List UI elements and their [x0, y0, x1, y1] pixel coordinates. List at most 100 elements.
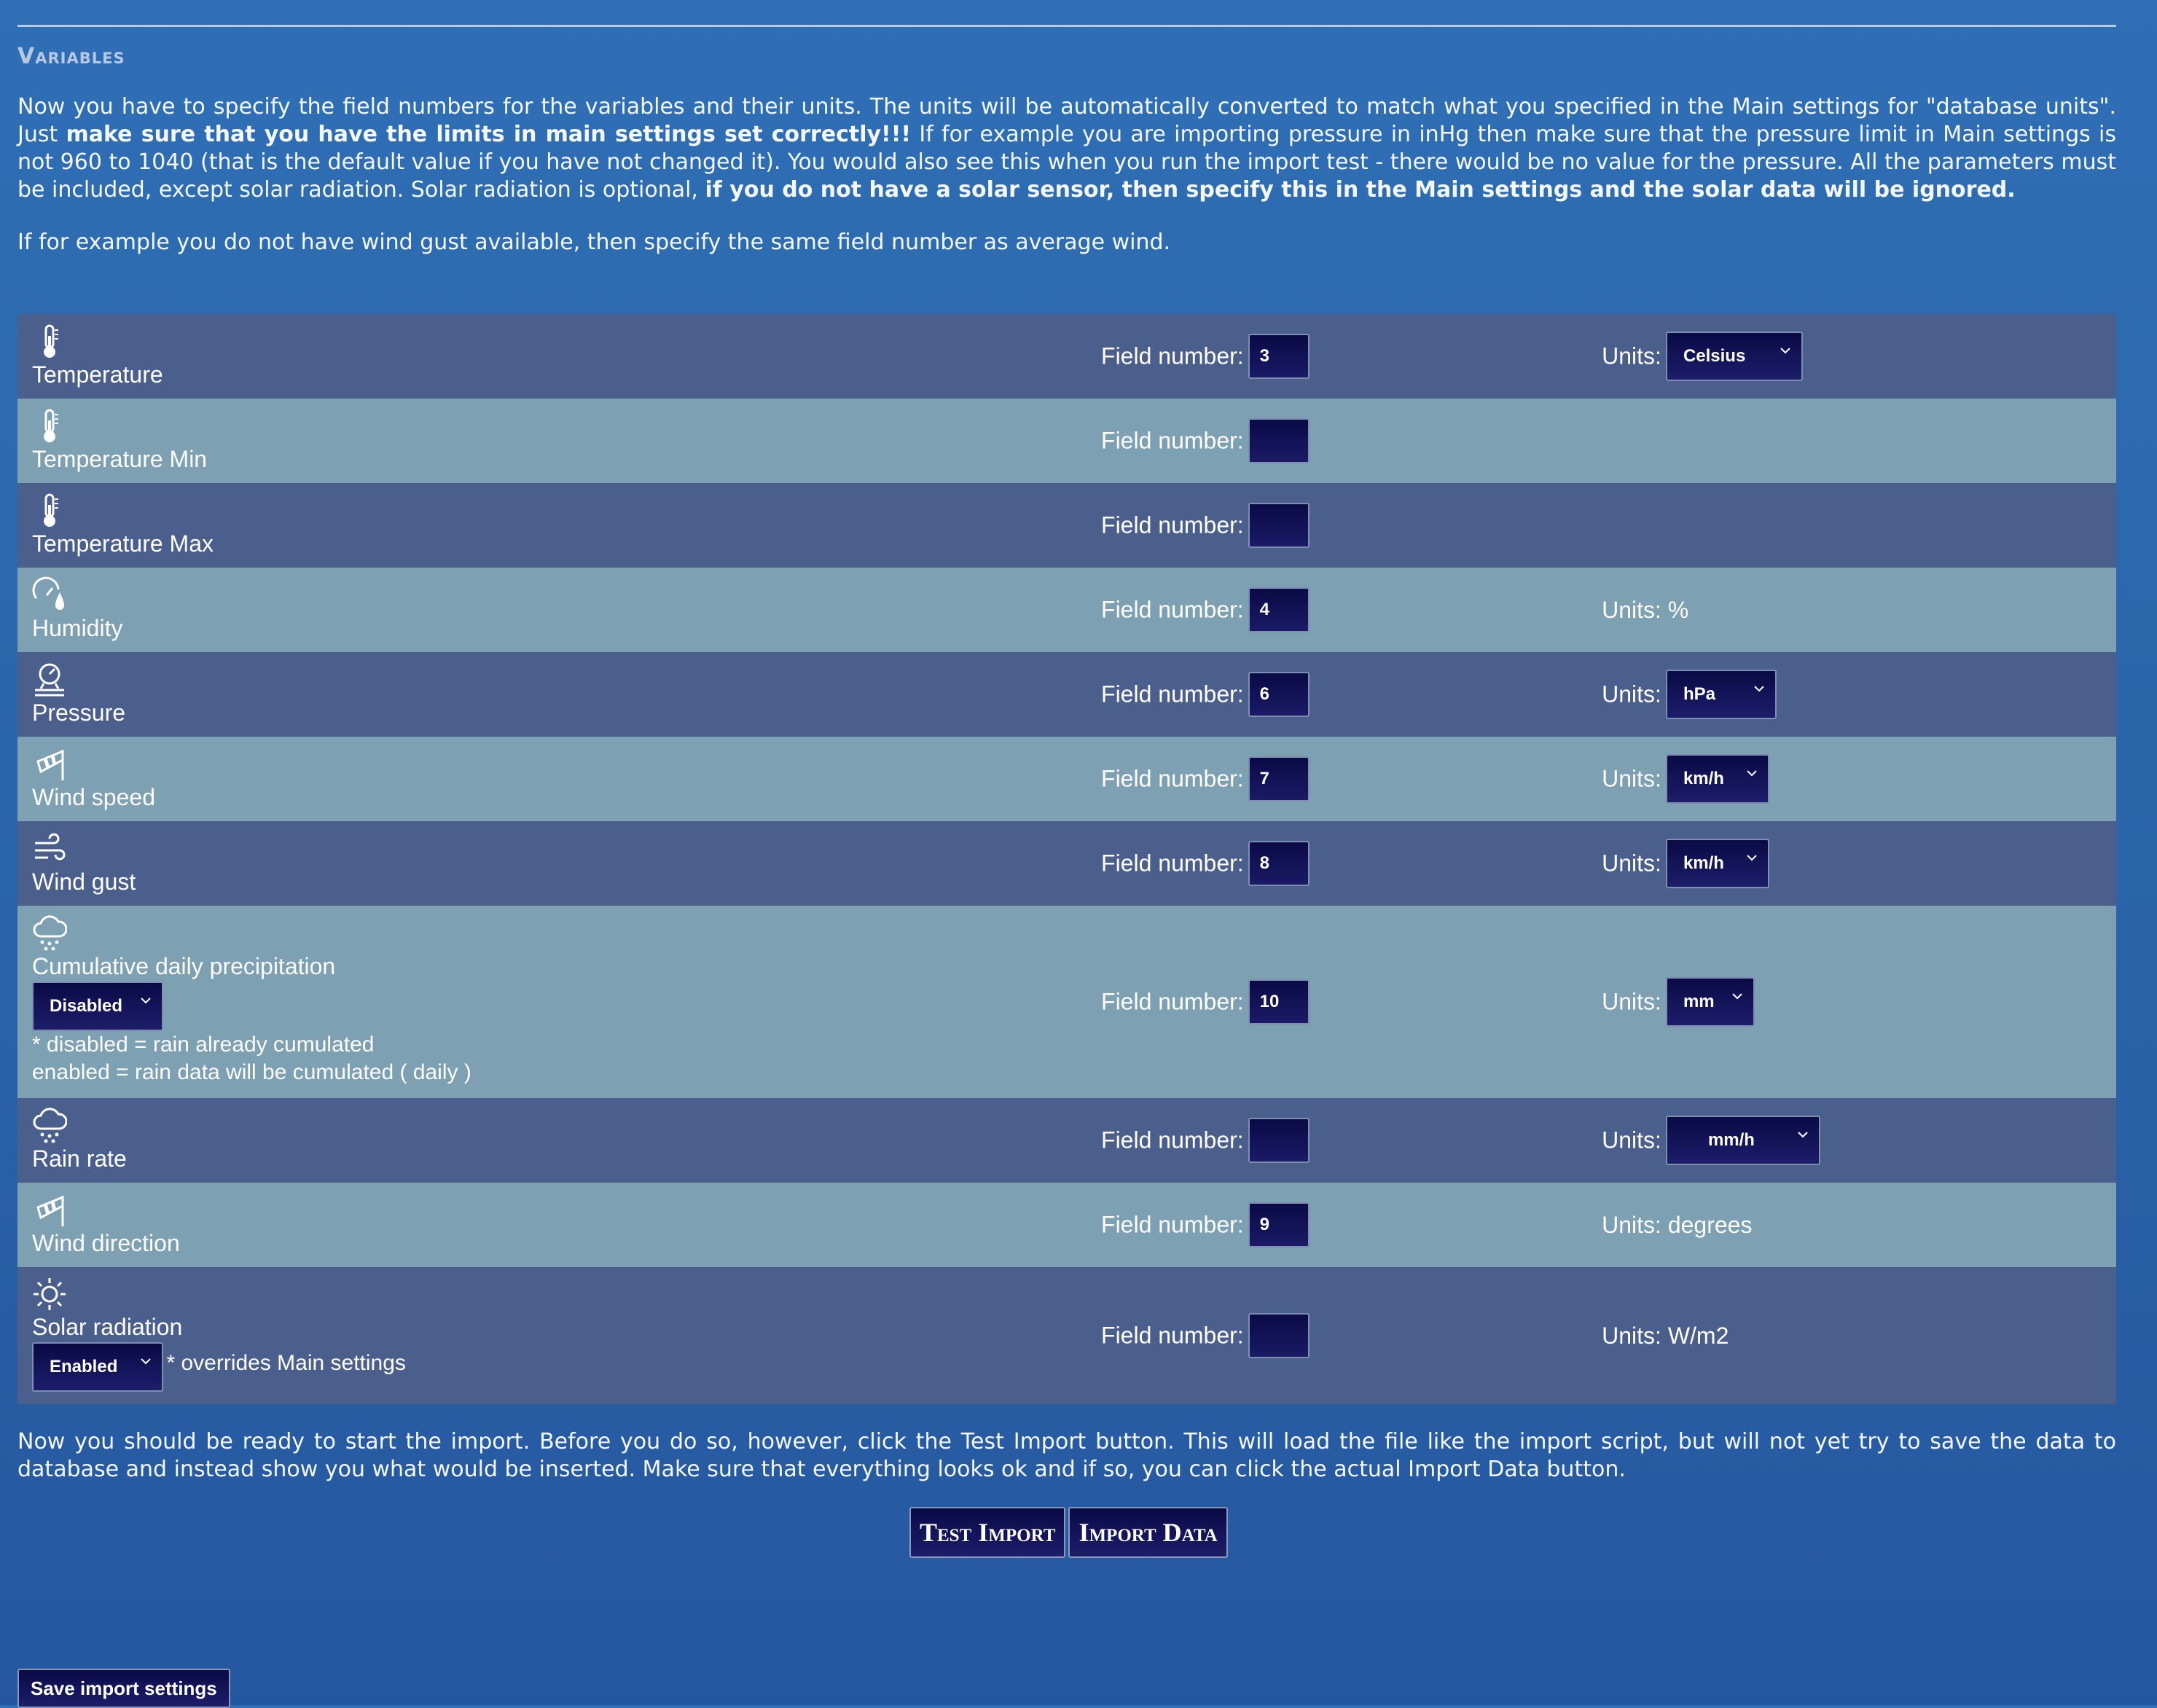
- field-number-input[interactable]: [1248, 418, 1310, 463]
- row-wind-speed: Wind speed Field number: 7 Units: km/h: [17, 737, 2116, 821]
- variable-name: Humidity: [32, 615, 123, 641]
- field-number-input[interactable]: 7: [1248, 756, 1310, 802]
- field-number-label: Field number:: [1101, 765, 1244, 792]
- humidity-icon: [32, 576, 67, 614]
- variable-name: Cumulative daily precipitation: [32, 953, 336, 979]
- cumulation-mode-select[interactable]: Disabled: [32, 982, 163, 1031]
- field-number-input[interactable]: [1248, 503, 1310, 548]
- cumulation-help-1: * disabled = rain already cumulated: [32, 1033, 375, 1057]
- thermometer-icon: [32, 492, 67, 530]
- field-number-input[interactable]: [1248, 1313, 1310, 1358]
- units-select[interactable]: mm/h: [1665, 1116, 1820, 1165]
- chevron-down-icon: [140, 1355, 152, 1367]
- wind-icon: [32, 830, 67, 868]
- variable-name: Temperature Max: [32, 530, 214, 557]
- windsock-icon: [32, 1191, 67, 1229]
- units-text: Units: %: [1602, 596, 1689, 623]
- row-temperature-max: Temperature Max Field number:: [17, 483, 2116, 568]
- units-select[interactable]: km/h: [1665, 754, 1769, 804]
- sun-icon: [32, 1275, 67, 1313]
- units-select-value: Celsius: [1683, 346, 1746, 366]
- section-title: Variables: [17, 44, 125, 69]
- save-import-settings-button[interactable]: Save import settings: [17, 1669, 230, 1708]
- solar-mode-value: Enabled: [50, 1357, 118, 1376]
- units-label: Units:: [1602, 765, 1661, 792]
- field-number-label: Field number:: [1101, 988, 1244, 1015]
- field-number-label: Field number:: [1101, 427, 1244, 454]
- windsock-icon: [32, 745, 67, 783]
- intro-paragraph: Now you have to specify the field number…: [17, 93, 2116, 204]
- units-select[interactable]: mm: [1665, 977, 1755, 1027]
- action-buttons: Test Import Import Data: [909, 1507, 1231, 1558]
- units-select-value: mm: [1683, 992, 1715, 1011]
- units-select-value: km/h: [1683, 853, 1724, 873]
- row-precipitation: Cumulative daily precipitation Disabled …: [17, 906, 2116, 1098]
- field-number-label: Field number:: [1101, 342, 1244, 369]
- cumulation-help-2: enabled = rain data will be cumulated ( …: [32, 1060, 471, 1084]
- units-select-value: mm/h: [1707, 1130, 1755, 1150]
- units-select[interactable]: km/h: [1665, 839, 1769, 888]
- variable-name: Solar radiation: [32, 1314, 183, 1340]
- row-temperature-min: Temperature Min Field number:: [17, 399, 2116, 483]
- cumulation-mode-value: Disabled: [50, 996, 123, 1016]
- units-label: Units:: [1602, 850, 1661, 877]
- chevron-down-icon: [140, 995, 152, 1006]
- chevron-down-icon: [1753, 683, 1765, 694]
- chevron-down-icon: [1746, 767, 1758, 779]
- field-number-label: Field number:: [1101, 850, 1244, 877]
- variable-name: Wind direction: [32, 1230, 180, 1256]
- field-number-input[interactable]: 4: [1248, 587, 1310, 632]
- field-number-input[interactable]: [1248, 1118, 1310, 1163]
- variable-name: Rain rate: [32, 1145, 127, 1172]
- variable-name: Temperature: [32, 361, 163, 388]
- barometer-icon: [32, 661, 67, 699]
- row-wind-gust: Wind gust Field number: 8 Units: km/h: [17, 821, 2116, 906]
- units-label: Units:: [1602, 1127, 1661, 1153]
- field-number-input[interactable]: 10: [1248, 979, 1310, 1025]
- units-text: Units: W/m2: [1602, 1322, 1729, 1349]
- row-pressure: Pressure Field number: 6 Units: hPa: [17, 652, 2116, 737]
- chevron-down-icon: [1780, 345, 1791, 356]
- field-number-label: Field number:: [1101, 1211, 1244, 1238]
- field-number-label: Field number:: [1101, 512, 1244, 538]
- thermometer-icon: [32, 323, 67, 361]
- intro-bold-2: if you do not have a solar sensor, then …: [705, 177, 2016, 203]
- row-wind-direction: Wind direction Field number: 9 Units: deg…: [17, 1183, 2116, 1267]
- variable-name: Temperature Min: [32, 446, 208, 472]
- rain-cloud-icon: [32, 914, 67, 952]
- test-import-button[interactable]: Test Import: [909, 1507, 1066, 1558]
- chevron-down-icon: [1797, 1129, 1809, 1140]
- chevron-down-icon: [1731, 990, 1743, 1002]
- thermometer-icon: [32, 407, 67, 445]
- field-number-input[interactable]: 6: [1248, 672, 1310, 717]
- field-number-label: Field number:: [1101, 596, 1244, 623]
- row-humidity: Humidity Field number: 4 Units: %: [17, 568, 2116, 652]
- field-number-label: Field number:: [1101, 681, 1244, 708]
- chevron-down-icon: [1746, 852, 1758, 863]
- field-number-label: Field number:: [1101, 1127, 1244, 1153]
- row-solar-radiation: Solar radiation Enabled * overrides Main…: [17, 1267, 2116, 1404]
- units-select[interactable]: hPa: [1665, 670, 1777, 719]
- units-label: Units:: [1602, 988, 1661, 1015]
- variables-table: Temperature Field number: 3 Units: Celsius…: [17, 314, 2116, 1404]
- variable-cell: Temperature: [17, 314, 1102, 399]
- field-number-input[interactable]: 3: [1248, 334, 1310, 379]
- units-select[interactable]: Celsius: [1665, 332, 1803, 381]
- field-number-input[interactable]: 8: [1248, 841, 1310, 886]
- solar-mode-select[interactable]: Enabled: [32, 1342, 163, 1392]
- variable-name: Pressure: [32, 700, 126, 726]
- units-select-value: hPa: [1683, 684, 1715, 704]
- import-data-button[interactable]: Import Data: [1068, 1507, 1228, 1558]
- rain-cloud-icon: [32, 1107, 67, 1145]
- wind-gust-note: If for example you do not have wind gust…: [17, 230, 1171, 255]
- row-temperature: Temperature Field number: 3 Units: Celsius: [17, 314, 2116, 399]
- units-text: Units: degrees: [1602, 1211, 1753, 1238]
- field-number-input[interactable]: 9: [1248, 1202, 1310, 1247]
- row-rain-rate: Rain rate Field number: Units: mm/h: [17, 1098, 2116, 1183]
- units-label: Units:: [1602, 681, 1661, 708]
- solar-help: * overrides Main settings: [166, 1351, 406, 1376]
- intro-bold-1: make sure that you have the limits in ma…: [66, 122, 912, 147]
- top-divider: [17, 25, 2116, 27]
- field-number-label: Field number:: [1101, 1322, 1244, 1349]
- units-label: Units:: [1602, 342, 1661, 369]
